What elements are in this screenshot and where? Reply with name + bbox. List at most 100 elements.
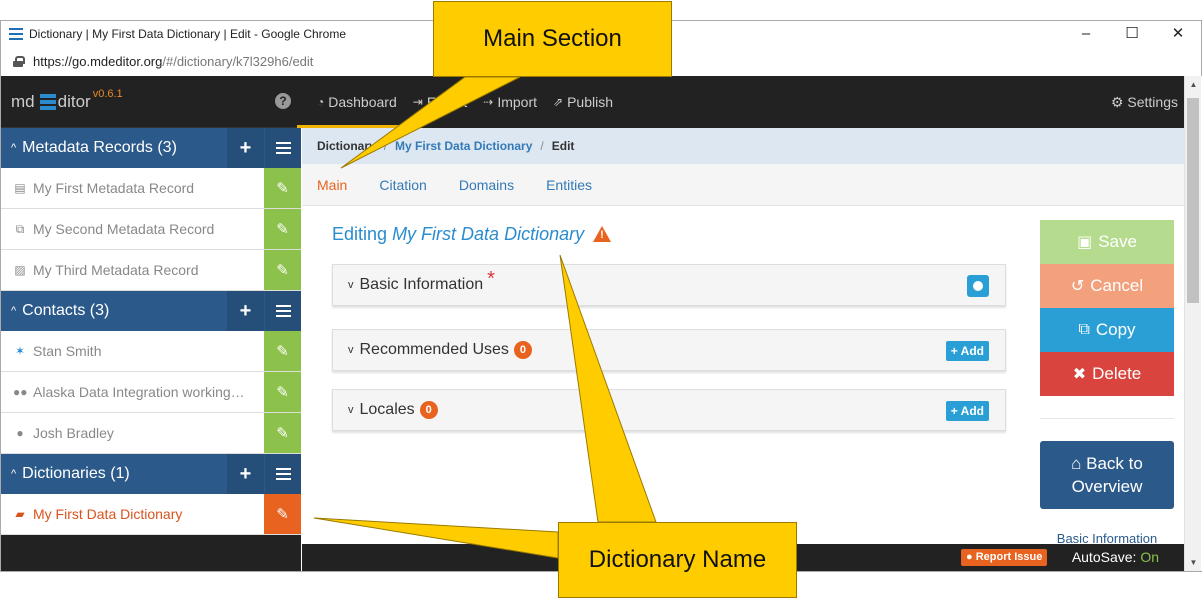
sidebar-item-record-3[interactable]: ▨ My Third Metadata Record ✎ [1, 250, 301, 291]
section-header-metadata-records[interactable]: ^ Metadata Records (3) + [1, 128, 301, 168]
url-text[interactable]: https://go.mdeditor.org/#/dictionary/k7l… [33, 54, 313, 69]
chevron-up-icon: ^ [11, 142, 17, 154]
list-records-button[interactable] [264, 128, 301, 168]
pencil-icon[interactable]: ✎ [264, 372, 301, 412]
panel-recommended-uses[interactable]: v Recommended Uses 0 + Add [332, 329, 1006, 371]
group-icon: ●● [13, 385, 28, 399]
list-icon [275, 142, 291, 154]
tab-domains[interactable]: Domains [459, 177, 514, 193]
callout-dictionary-name: Dictionary Name [558, 522, 797, 598]
help-icon[interactable]: ? [275, 93, 291, 109]
nav-dashboard[interactable]: ◔ Dashboard [297, 76, 409, 128]
main-content: Editing My First Data Dictionary v Basic… [302, 206, 1184, 546]
add-record-button[interactable]: + [227, 128, 264, 168]
add-locale-button[interactable]: + Add [945, 401, 989, 421]
sidebar-item-dictionary-1[interactable]: ▰ My First Data Dictionary ✎ [1, 494, 301, 535]
app-icon [9, 27, 23, 40]
nav-export[interactable]: ⇥ Export [413, 76, 468, 128]
share-icon: ⇗ [553, 95, 564, 109]
autosave-status[interactable]: AutoSave: On [1072, 549, 1159, 565]
chevron-down-icon: v [348, 279, 354, 291]
divider [1040, 418, 1174, 419]
tab-entities[interactable]: Entities [546, 177, 592, 193]
export-icon: ⇥ [412, 95, 423, 109]
panel-locales[interactable]: v Locales 0 + Add [332, 389, 1006, 431]
top-nav: ◔ Dashboard ⇥ Export ⇢ Import ⇗ Publish ⚙ Set… [297, 76, 1184, 128]
times-icon: ✖ [1072, 366, 1087, 383]
sidebar: md ditor v0.6.1 ? ^ Metadata Records (3)… [0, 76, 301, 571]
scroll-down-arrow-icon[interactable]: ▼ [1185, 554, 1202, 571]
minimize-button[interactable]: – [1063, 21, 1109, 47]
nav-import[interactable]: ⇢ Import [483, 76, 537, 128]
copy-icon: ⧉ [1078, 321, 1090, 338]
window-controls: – ☐ ✕ [1063, 21, 1201, 47]
user-icon: ● [16, 426, 24, 440]
list-contacts-button[interactable] [264, 291, 301, 331]
cancel-button[interactable]: ↺ Cancel [1040, 264, 1174, 308]
sidebar-item-contact-2[interactable]: ●● Alaska Data Integration working… ✎ [1, 372, 301, 413]
breadcrumb: Dictionary / My First Data Dictionary / … [302, 128, 1184, 164]
book-icon: ▰ [15, 507, 25, 521]
breadcrumb-root[interactable]: Dictionary [317, 139, 376, 153]
home-icon: ⌂ [1071, 454, 1087, 473]
editor-tabs: Main Citation Domains Entities [302, 164, 1184, 206]
delete-button[interactable]: ✖ Delete [1040, 352, 1174, 396]
section-header-dictionaries[interactable]: ^ Dictionaries (1) + [1, 454, 301, 494]
required-mark: * [487, 267, 495, 290]
add-contact-button[interactable]: + [227, 291, 264, 331]
list-icon [275, 305, 291, 317]
add-dictionary-button[interactable]: + [227, 454, 264, 494]
tab-citation[interactable]: Citation [379, 177, 426, 193]
count-badge: 0 [419, 401, 438, 419]
pencil-icon[interactable]: ✎ [264, 168, 301, 208]
sidebar-item-record-1[interactable]: ▤ My First Metadata Record ✎ [1, 168, 301, 209]
chevron-up-icon: ^ [11, 305, 17, 317]
chevron-up-icon: ^ [11, 468, 17, 480]
pencil-icon[interactable]: ✎ [264, 209, 301, 249]
count-badge: 0 [513, 341, 532, 359]
breadcrumb-current: Edit [551, 139, 575, 153]
floppy-icon: ▣ [1077, 234, 1093, 251]
gear-icon: ⚙ [1110, 93, 1124, 110]
save-button[interactable]: ▣ Save [1040, 220, 1174, 264]
version-label: v0.6.1 [92, 87, 123, 100]
image-icon: ▨ [14, 263, 26, 277]
tab-main[interactable]: Main [317, 177, 347, 193]
chevron-down-icon: v [348, 404, 354, 416]
pencil-icon[interactable]: ✎ [264, 413, 301, 453]
scroll-thumb[interactable] [1187, 98, 1199, 303]
sidebar-item-contact-1[interactable]: ✶ Stan Smith ✎ [1, 331, 301, 372]
import-icon: ⇢ [483, 95, 494, 109]
toggle-circle-button[interactable] [967, 275, 989, 297]
person-run-icon: ✶ [14, 344, 26, 358]
close-button[interactable]: ✕ [1155, 21, 1201, 47]
list-dictionaries-button[interactable] [264, 454, 301, 494]
breadcrumb-dictionary-link[interactable]: My First Data Dictionary [395, 139, 532, 153]
back-to-overview-button[interactable]: ⌂ Back to Overview [1040, 441, 1174, 509]
editor-logo-icon [39, 93, 56, 110]
action-column: ▣ Save ↺ Cancel ⧉ Copy ✖ Delete ⌂ Back to Ov… [1040, 220, 1174, 546]
sidebar-item-contact-3[interactable]: ● Josh Bradley ✎ [1, 413, 301, 454]
dashboard-icon: ◔ [317, 95, 325, 109]
panel-basic-information[interactable]: v Basic Information * [332, 264, 1006, 306]
add-recommended-use-button[interactable]: + Add [945, 341, 989, 361]
window-title: Dictionary | My First Data Dictionary | … [29, 26, 346, 41]
list-icon [275, 468, 291, 480]
maximize-button[interactable]: ☐ [1109, 21, 1155, 47]
copy-icon: ⧉ [15, 221, 25, 236]
report-issue-button[interactable]: ● Report Issue [961, 549, 1048, 566]
sidebar-item-record-2[interactable]: ⧉ My Second Metadata Record ✎ [1, 209, 301, 250]
section-header-contacts[interactable]: ^ Contacts (3) + [1, 291, 301, 331]
nav-publish[interactable]: ⇗ Publish [553, 76, 613, 128]
warning-icon[interactable] [593, 226, 612, 242]
pencil-icon[interactable]: ✎ [264, 331, 301, 371]
pencil-icon[interactable]: ✎ [264, 494, 301, 534]
database-icon: ▤ [14, 181, 26, 195]
scrollbar[interactable]: ▲ ▼ [1184, 76, 1201, 571]
pencil-icon[interactable]: ✎ [264, 250, 301, 290]
nav-settings[interactable]: ⚙ Settings [1111, 76, 1178, 128]
brand-logo[interactable]: md ditor v0.6.1 ? [1, 76, 301, 128]
scroll-up-arrow-icon[interactable]: ▲ [1185, 76, 1202, 93]
copy-button[interactable]: ⧉ Copy [1040, 308, 1174, 352]
undo-icon: ↺ [1070, 278, 1085, 295]
